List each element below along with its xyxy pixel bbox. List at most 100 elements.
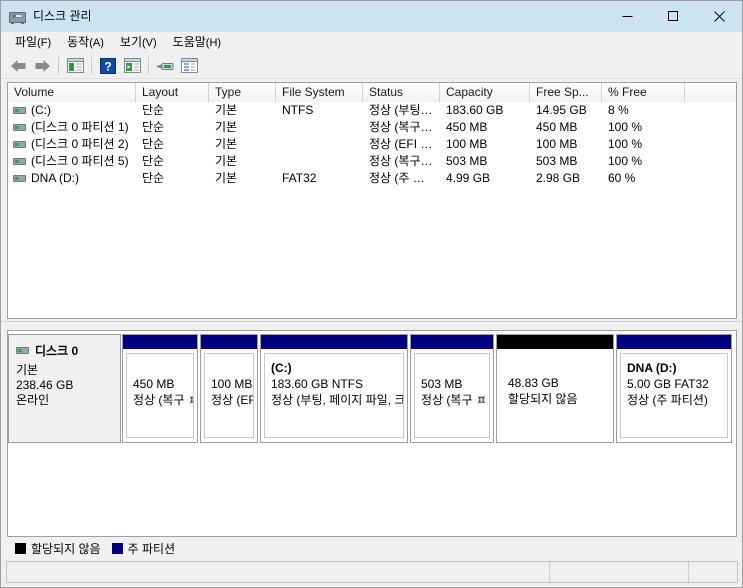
menu-file[interactable]: 파일(F) (7, 33, 59, 53)
unallocated-bar (497, 335, 613, 349)
cell-file-system (276, 153, 363, 170)
partition-block[interactable]: 48.83 GB 할당되지 않음 (496, 334, 614, 443)
legend-item-primary-partition: 주 파티션 (111, 540, 175, 557)
cell-volume: (디스크 0 파티션 5) (31, 154, 129, 168)
forward-arrow-icon[interactable] (30, 55, 54, 77)
volume-drive-icon (13, 175, 26, 182)
cell-status: 정상 (복구… (369, 120, 433, 134)
menu-view[interactable]: 보기(V) (112, 33, 165, 53)
maximize-button[interactable] (650, 1, 696, 32)
partition-block[interactable]: 100 MB 정상 (EF (200, 334, 258, 443)
cell-file-system (276, 136, 363, 153)
cell-percent-free: 100 % (608, 137, 643, 151)
partition-status: 정상 (복구 ㅍ (421, 393, 487, 407)
cell-blank (685, 170, 736, 187)
menu-action-mnemonic: (A) (89, 36, 104, 49)
column-header-free[interactable]: % Free (602, 83, 685, 102)
cell-capacity: 183.60 GB (446, 103, 504, 117)
disk-info-panel[interactable]: 디스크 0 기본 238.46 GB 온라인 (8, 334, 121, 443)
status-bar (6, 561, 738, 583)
partition-status: 정상 (EF (211, 393, 254, 407)
cell-status: 정상 (부팅… (369, 103, 433, 117)
partition-label-spacer (133, 360, 189, 376)
table-row[interactable]: (C:) 단순 기본 NTFS 정상 (부팅… 183.60 GB 14.95 GB 8 % (8, 102, 736, 119)
partition-size: 450 MB (133, 377, 175, 391)
menu-action[interactable]: 동작(A) (59, 33, 112, 53)
partition-label-spacer (508, 359, 606, 375)
disk-capacity: 238.46 GB (16, 378, 74, 392)
back-arrow-icon[interactable] (6, 55, 30, 77)
cell-layout: 단순 (142, 171, 165, 185)
column-header-blank[interactable] (685, 83, 736, 102)
rescan-disks-icon[interactable] (153, 55, 177, 77)
menu-help[interactable]: 도움말(H) (165, 33, 229, 53)
partition-details: 100 MB 정상 (EF (204, 353, 254, 438)
partition-status: 정상 (주 파티션) (627, 393, 708, 407)
cell-type: 기본 (215, 137, 238, 151)
table-row[interactable]: (디스크 0 파티션 2) 단순 기본 정상 (EFI … 100 MB 100 MB 10… (8, 136, 736, 153)
table-row[interactable]: (디스크 0 파티션 5) 단순 기본 정상 (복구… 503 MB 503 MB 100 … (8, 153, 736, 170)
help-icon[interactable]: ? (96, 55, 120, 77)
minimize-button[interactable] (604, 1, 650, 32)
window-controls (604, 1, 742, 32)
cell-type: 기본 (215, 171, 238, 185)
column-header-layout[interactable]: Layout (136, 83, 209, 102)
menu-file-mnemonic: (F) (37, 36, 52, 49)
disk-row: 디스크 0 기본 238.46 GB 온라인 450 MB 정상 (복구 ㅍ 100… (8, 334, 736, 443)
volume-drive-icon (13, 158, 26, 165)
status-pane-1 (7, 562, 550, 582)
partition-details: (C:) 183.60 GB NTFS 정상 (부팅, 페이지 파일, 크 (264, 353, 404, 438)
volume-list-header: Volume Layout Type File System Status Capacit… (8, 83, 736, 102)
window-title: 디스크 관리 (33, 9, 92, 23)
primary-partition-bar (201, 335, 257, 349)
menu-view-mnemonic: (V) (142, 36, 157, 49)
disk-drive-icon (16, 347, 29, 354)
toolbar-separator (148, 57, 149, 74)
pane-splitter[interactable] (1, 321, 742, 330)
partition-status: 할당되지 않음 (508, 392, 578, 406)
cell-free-space: 503 MB (536, 154, 578, 168)
status-pane-3 (689, 562, 737, 582)
volume-list-rows: (C:) 단순 기본 NTFS 정상 (부팅… 183.60 GB 14.95 GB 8 %(… (8, 102, 736, 187)
table-row[interactable]: DNA (D:) 단순 기본 FAT32 정상 (주 … 4.99 GB 2.98 GB 60… (8, 170, 736, 187)
close-button[interactable] (696, 1, 742, 32)
partition-block[interactable]: 503 MB 정상 (복구 ㅍ (410, 334, 494, 443)
cell-layout: 단순 (142, 103, 165, 117)
primary-partition-swatch-icon (111, 542, 123, 554)
primary-partition-bar (123, 335, 197, 349)
partition-details: 48.83 GB 할당되지 않음 (502, 353, 610, 438)
primary-partition-bar (411, 335, 493, 349)
partition-details: 503 MB 정상 (복구 ㅍ (414, 353, 490, 438)
column-header-status[interactable]: Status (363, 83, 440, 102)
partition-block[interactable]: DNA (D:) 5.00 GB FAT32 정상 (주 파티션) (616, 334, 732, 443)
column-header-volume[interactable]: Volume (8, 83, 136, 102)
partition-block[interactable]: (C:) 183.60 GB NTFS 정상 (부팅, 페이지 파일, 크 (260, 334, 408, 443)
partition-label: (C:) (271, 361, 292, 375)
properties-icon[interactable] (177, 55, 201, 77)
cell-volume: (C:) (31, 103, 51, 117)
cell-status: 정상 (EFI … (369, 137, 433, 151)
column-header-type[interactable]: Type (209, 83, 276, 102)
cell-volume-wrap: (디스크 0 파티션 1) (8, 119, 136, 136)
cell-percent-free: 8 % (608, 103, 629, 117)
partition-label-spacer (421, 360, 485, 376)
cell-capacity: 100 MB (446, 137, 488, 151)
graphical-disk-pane: 디스크 0 기본 238.46 GB 온라인 450 MB 정상 (복구 ㅍ 100… (7, 330, 737, 537)
disk-management-window: 디스크 관리 파일(F) 동작(A) 보기(V) 도움말(H) ? Volume… (0, 0, 743, 588)
volume-list-pane: Volume Layout Type File System Status Capacit… (7, 82, 737, 319)
cell-free-space: 450 MB (536, 120, 578, 134)
column-header-file-system[interactable]: File System (276, 83, 363, 102)
toolbar: ? (1, 53, 742, 79)
disk-type: 기본 (16, 363, 39, 377)
action-panel-icon[interactable] (120, 55, 144, 77)
column-header-free-sp[interactable]: Free Sp... (530, 83, 602, 102)
partition-size: 100 MB (211, 377, 253, 391)
table-row[interactable]: (디스크 0 파티션 1) 단순 기본 정상 (복구… 450 MB 450 MB 100 … (8, 119, 736, 136)
partition-block[interactable]: 450 MB 정상 (복구 ㅍ (122, 334, 198, 443)
column-header-capacity[interactable]: Capacity (440, 83, 530, 102)
show-hide-console-tree-icon[interactable] (63, 55, 87, 77)
menu-action-label: 동작 (67, 34, 90, 49)
partition-status: 정상 (복구 ㅍ (133, 393, 194, 407)
cell-file-system (276, 119, 363, 136)
partition-label: DNA (D:) (627, 361, 677, 375)
